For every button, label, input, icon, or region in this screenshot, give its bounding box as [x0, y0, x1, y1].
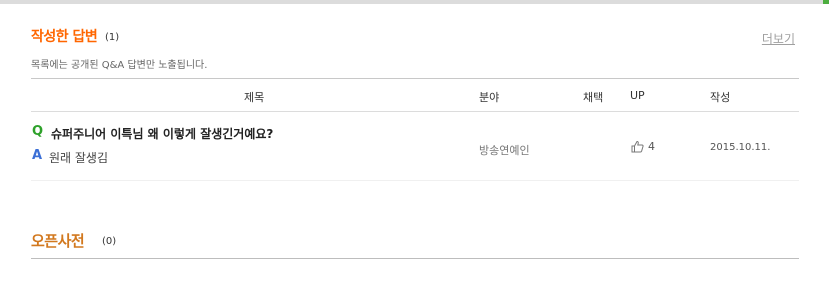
section-title: 작성한 답변	[31, 29, 98, 45]
answer-text-link[interactable]: 원래 잘생김	[49, 149, 108, 166]
up-cell: 4	[631, 140, 655, 153]
dict-section-title: 오픈사전	[31, 232, 85, 250]
column-header-title: 제목	[244, 91, 265, 104]
dict-section-count: (0)	[102, 236, 117, 247]
section-header: 작성한 답변 (1) 더보기	[31, 24, 799, 48]
category-cell: 방송연예인	[479, 144, 530, 157]
column-header-up: UP	[630, 89, 645, 102]
thumbs-up-icon	[631, 140, 644, 153]
answer-mark-label: A	[32, 148, 43, 163]
column-header-date: 작성	[710, 91, 731, 104]
written-answers-section: 작성한 답변 (1) 더보기 목록에는 공개된 Q&A 답변만 노출됩니다. 제…	[31, 24, 799, 181]
top-border-bar	[0, 0, 829, 4]
table-header: 제목 분야 채택 UP 작성	[31, 78, 799, 112]
answers-table: 제목 분야 채택 UP 작성 Q 슈퍼주니어 이특님 왜 이렇게 잘생긴거예요?…	[31, 78, 799, 181]
section-count: (1)	[105, 32, 120, 43]
table-row: Q 슈퍼주니어 이특님 왜 이렇게 잘생긴거예요? A 원래 잘생김 방송연예인…	[31, 112, 799, 181]
date-cell: 2015.10.11.	[710, 142, 771, 153]
column-header-adopted: 채택	[583, 91, 604, 104]
open-dictionary-section: 오픈사전 (0)	[31, 228, 799, 259]
column-header-category: 분야	[479, 91, 500, 104]
more-link[interactable]: 더보기	[762, 30, 795, 47]
question-mark-label: Q	[32, 124, 44, 139]
up-count: 4	[648, 140, 655, 153]
question-title-link[interactable]: 슈퍼주니어 이특님 왜 이렇게 잘생긴거예요?	[51, 125, 273, 142]
section-description: 목록에는 공개된 Q&A 답변만 노출됩니다.	[31, 60, 208, 71]
